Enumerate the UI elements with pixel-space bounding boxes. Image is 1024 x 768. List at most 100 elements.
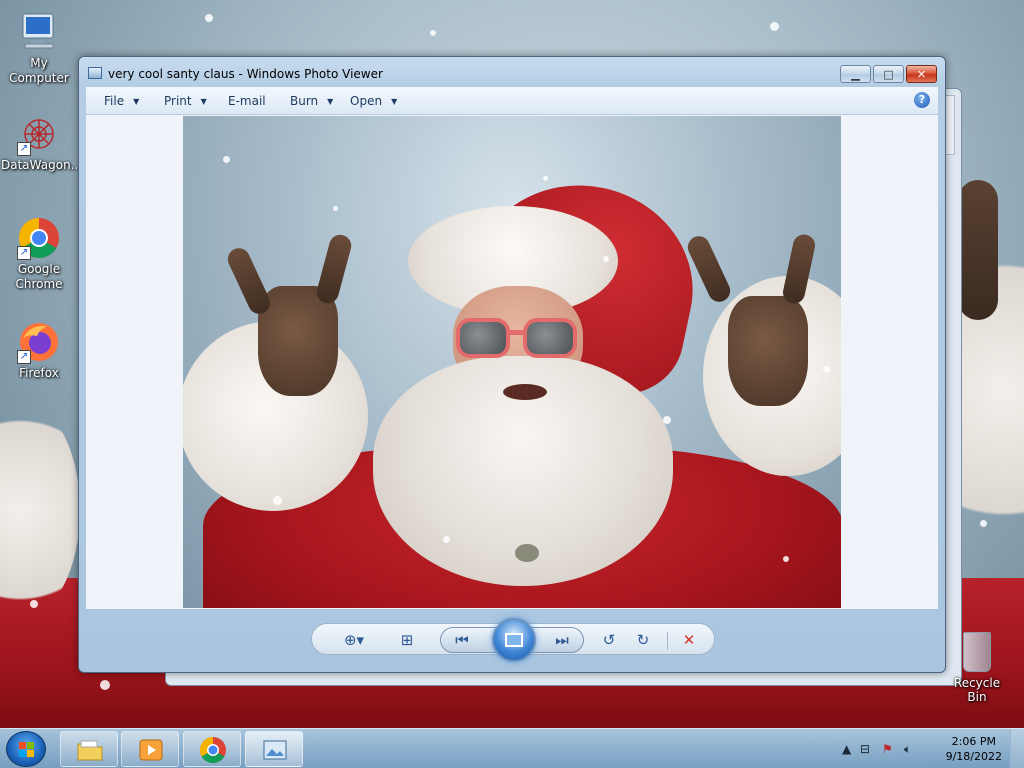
- show-desktop-button[interactable]: [1010, 729, 1024, 768]
- clock-date: 9/18/2022: [945, 750, 1002, 763]
- rotate-clockwise-button[interactable]: ↻: [632, 630, 654, 650]
- snowflake: [770, 22, 779, 31]
- shortcut-arrow-icon: ↗: [17, 142, 31, 156]
- wallpaper-glove: [958, 180, 998, 320]
- chevron-down-icon: ▼: [133, 96, 140, 106]
- photo-viewer-window[interactable]: very cool santy claus - Windows Photo Vi…: [78, 56, 946, 673]
- menu-burn[interactable]: Burn ▼: [290, 94, 333, 108]
- desktop-icon-label: Firefox: [19, 366, 59, 380]
- desktop-icon-my-computer[interactable]: My Computer: [1, 10, 77, 86]
- menu-burn-label: Burn: [290, 94, 319, 108]
- snowflake: [430, 30, 436, 36]
- menu-email-label: E-mail: [228, 94, 266, 108]
- viewer-toolbar: ⊕▾ ⊞ ⏮ ⏭ ↺ ↻ ✕: [311, 618, 715, 662]
- previous-icon: ⏮: [455, 631, 469, 649]
- snowflake: [980, 520, 987, 527]
- glove-finger: [314, 232, 354, 306]
- show-hidden-icons-icon[interactable]: ▲: [842, 742, 851, 756]
- delete-icon: ✕: [682, 631, 696, 649]
- sunglasses-lens-right: [523, 318, 577, 358]
- title-bar[interactable]: very cool santy claus - Windows Photo Vi…: [79, 57, 945, 87]
- coat-button: [515, 544, 539, 562]
- taskbar-explorer[interactable]: [60, 731, 118, 767]
- taskbar-media-player[interactable]: [121, 731, 179, 767]
- next-button[interactable]: ⏭: [551, 630, 573, 650]
- desktop-icon-datawagon[interactable]: ↗ DataWagon...: [1, 112, 82, 173]
- chevron-down-icon: ▼: [200, 96, 207, 106]
- network-icon[interactable]: ⊟: [860, 742, 870, 756]
- shortcut-arrow-icon: ↗: [17, 350, 31, 364]
- start-button[interactable]: [6, 731, 46, 767]
- menu-file-label: File: [104, 94, 125, 108]
- santa-mouth: [503, 384, 547, 400]
- snowflake: [205, 14, 213, 22]
- snowflake: [100, 680, 110, 690]
- taskbar-photo-viewer[interactable]: [245, 731, 303, 767]
- firefox-icon: ↗: [17, 320, 61, 364]
- fit-window-icon: ⊞: [400, 631, 414, 649]
- menu-email[interactable]: E-mail: [228, 94, 266, 108]
- desktop-icon-google-chrome[interactable]: ↗ Google Chrome: [1, 216, 77, 292]
- chevron-down-icon: ▼: [327, 96, 334, 106]
- clock[interactable]: 2:06 PM 9/18/2022: [946, 734, 1002, 764]
- desktop-icon-label: My Computer: [9, 56, 69, 85]
- actual-size-button[interactable]: ⊞: [396, 630, 418, 650]
- taskbar-chrome[interactable]: [183, 731, 241, 767]
- chrome-icon: ↗: [17, 216, 61, 260]
- menu-print-label: Print: [164, 94, 192, 108]
- toolbar-separator: [667, 632, 668, 650]
- media-player-icon: [139, 739, 163, 761]
- photo-viewer-icon: [263, 740, 287, 760]
- window-title: very cool santy claus - Windows Photo Vi…: [108, 67, 383, 81]
- snowflake: [603, 256, 609, 262]
- help-icon[interactable]: ?: [914, 92, 930, 108]
- datawagon-icon: ↗: [17, 112, 61, 156]
- chrome-icon: [199, 736, 226, 764]
- menu-file[interactable]: File ▼: [104, 94, 139, 108]
- sunglasses-lens-left: [456, 318, 510, 358]
- zoom-icon: ⊕▾: [343, 631, 365, 649]
- rotate-left-icon: ↺: [602, 631, 616, 649]
- desktop-icon-label: Recycle Bin: [953, 676, 1001, 704]
- shortcut-arrow-icon: ↗: [17, 246, 31, 260]
- zoom-button[interactable]: ⊕▾: [338, 630, 370, 650]
- clock-time: 2:06 PM: [951, 735, 996, 748]
- minimize-icon: ▁: [851, 67, 860, 81]
- close-button[interactable]: ✕: [906, 65, 937, 83]
- recycle-bin-icon: [963, 632, 991, 672]
- menu-open[interactable]: Open ▼: [350, 94, 397, 108]
- displayed-photo: [183, 116, 841, 608]
- delete-button[interactable]: ✕: [678, 630, 700, 650]
- image-viewport[interactable]: [86, 115, 938, 609]
- previous-button[interactable]: ⏮: [451, 630, 473, 650]
- desktop-icon-recycle-bin[interactable]: Recycle Bin: [944, 632, 1010, 704]
- desktop-icon-label: DataWagon...: [1, 158, 83, 172]
- snowflake: [273, 496, 282, 505]
- slideshow-button[interactable]: [492, 618, 536, 662]
- snowflake: [333, 206, 338, 211]
- santa-glove-right: [728, 296, 808, 406]
- windows-logo-icon: [19, 742, 35, 758]
- desktop-icon-firefox[interactable]: ↗ Firefox: [1, 320, 77, 381]
- snowflake: [443, 536, 450, 543]
- glove-finger: [224, 244, 274, 318]
- close-icon: ✕: [916, 67, 927, 81]
- volume-icon[interactable]: 🔈︎: [904, 742, 911, 757]
- menu-print[interactable]: Print ▼: [164, 94, 207, 108]
- snowflake: [663, 416, 671, 424]
- taskbar: ▲ ⊟ ⚑ 🔈︎ 2:06 PM 9/18/2022: [0, 728, 1024, 768]
- minimize-button[interactable]: ▁: [840, 65, 871, 83]
- action-center-icon[interactable]: ⚑: [882, 742, 893, 756]
- snowflake: [30, 600, 38, 608]
- slideshow-icon: [505, 633, 523, 647]
- photo-viewer-app-icon: [88, 67, 102, 79]
- command-bar: File ▼ Print ▼ E-mail Burn ▼ Open ▼ ?: [86, 87, 938, 115]
- window-controls: ▁ □ ✕: [838, 65, 937, 83]
- maximize-button[interactable]: □: [873, 65, 904, 83]
- snowflake: [543, 176, 548, 181]
- maximize-icon: □: [883, 67, 894, 81]
- snowflake: [223, 156, 230, 163]
- folder-icon: [77, 740, 103, 761]
- sunglasses-bridge: [508, 330, 524, 335]
- rotate-counterclockwise-button[interactable]: ↺: [598, 630, 620, 650]
